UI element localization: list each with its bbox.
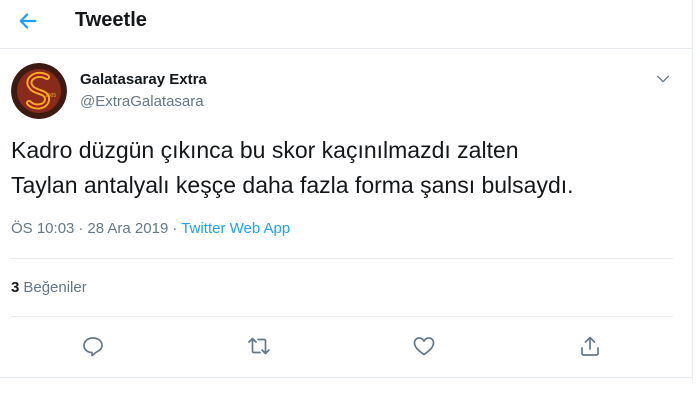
galatasaray-logo-icon: 1905 bbox=[11, 63, 67, 119]
author-handle[interactable]: @ExtraGalatasara bbox=[80, 93, 204, 110]
likes-count: 3 bbox=[11, 279, 20, 296]
tweet-date[interactable]: 28 Ara 2019 bbox=[87, 220, 168, 237]
like-icon bbox=[413, 337, 435, 356]
meta-separator: · bbox=[172, 220, 178, 237]
likes-stat[interactable]: 3 Beğeniler bbox=[11, 279, 87, 296]
back-button[interactable] bbox=[12, 6, 44, 36]
meta-separator: · bbox=[78, 220, 84, 237]
column-border bbox=[692, 0, 693, 380]
avatar[interactable]: 1905 bbox=[11, 63, 67, 119]
chevron-down-icon bbox=[657, 75, 669, 83]
tweet-text-line: Taylan antalyalı keşçe daha fazla forma … bbox=[11, 172, 574, 198]
logo-year: 1905 bbox=[45, 93, 56, 99]
tweet-text: Kadro düzgün çıkınca bu skor kaçınılmazd… bbox=[11, 133, 681, 203]
retweet-icon bbox=[248, 337, 270, 355]
tweet-source-link[interactable]: Twitter Web App bbox=[181, 220, 290, 237]
tweet-time[interactable]: ÖS 10:03 bbox=[11, 220, 74, 237]
share-icon bbox=[581, 336, 599, 356]
divider bbox=[11, 316, 673, 317]
likes-label: Beğeniler bbox=[23, 279, 87, 296]
divider bbox=[11, 258, 673, 259]
header: Tweetle bbox=[0, 0, 693, 49]
retweet-button[interactable] bbox=[246, 333, 272, 359]
reply-icon bbox=[83, 337, 103, 357]
tweet-meta: ÖS 10:03 · 28 Ara 2019 · Twitter Web App bbox=[11, 220, 290, 237]
arrow-left-icon bbox=[19, 13, 37, 29]
divider bbox=[0, 377, 693, 378]
like-button[interactable] bbox=[411, 333, 437, 359]
more-options-button[interactable] bbox=[653, 69, 673, 89]
share-button[interactable] bbox=[577, 333, 603, 359]
tweet-text-line: Kadro düzgün çıkınca bu skor kaçınılmazd… bbox=[11, 137, 519, 163]
page-title: Tweetle bbox=[75, 9, 147, 31]
reply-button[interactable] bbox=[80, 333, 106, 359]
author-name[interactable]: Galatasaray Extra bbox=[80, 71, 207, 88]
